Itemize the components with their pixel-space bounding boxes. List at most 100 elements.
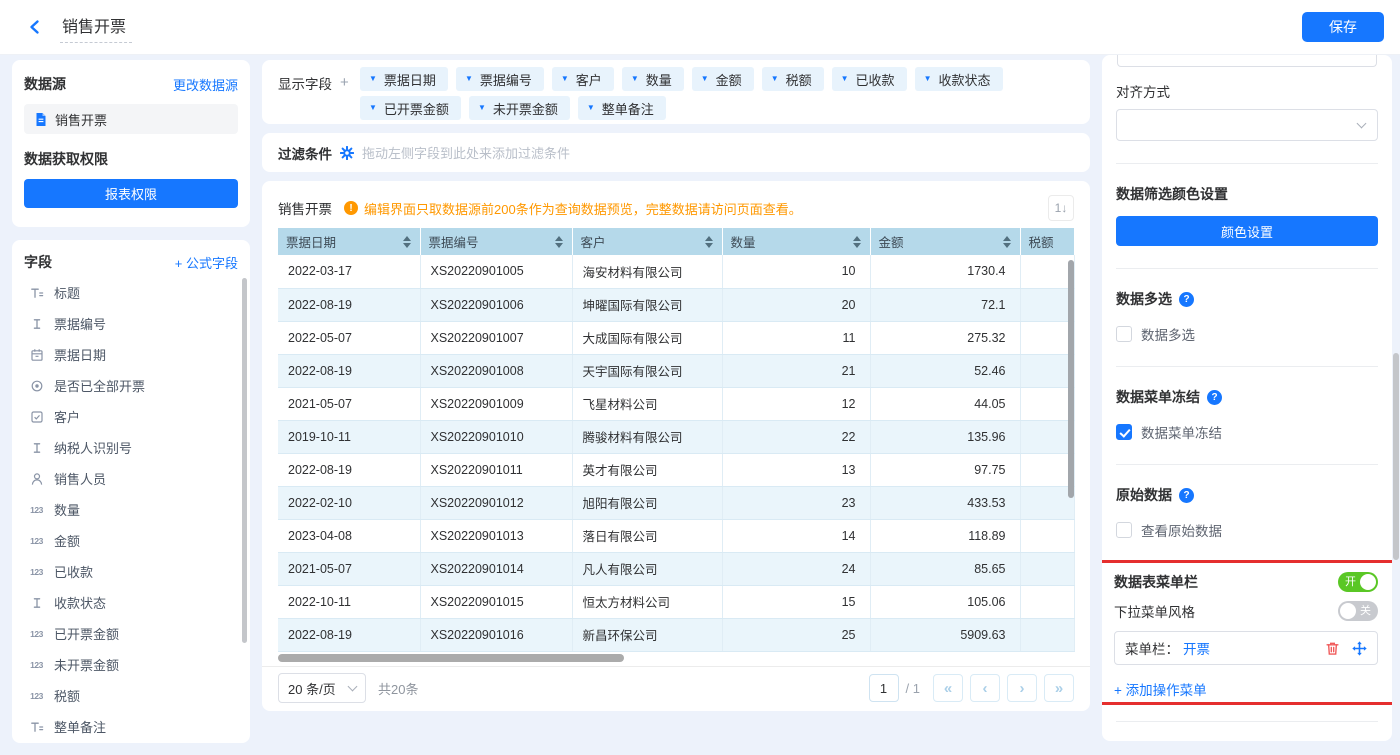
display-field-chip[interactable]: ▼数量 <box>622 67 684 91</box>
display-field-chip[interactable]: ▼税额 <box>762 67 824 91</box>
field-list-item[interactable]: 是否已全部开票 <box>24 370 238 401</box>
report-permission-button[interactable]: 报表权限 <box>24 179 238 208</box>
checkbox[interactable] <box>1116 522 1132 538</box>
gear-icon[interactable] <box>340 146 354 160</box>
column-header[interactable]: 票据编号 <box>420 228 572 255</box>
window-scrollbar[interactable] <box>1393 353 1399 560</box>
table-row[interactable]: 2021-05-07XS20220901014凡人有限公司2485.65 <box>278 552 1074 585</box>
sort-carets-icon[interactable] <box>705 236 713 248</box>
change-datasource-link[interactable]: 更改数据源 <box>173 75 238 94</box>
column-header[interactable]: 金额 <box>870 228 1020 255</box>
display-field-chip[interactable]: ▼已开票金额 <box>360 96 461 120</box>
field-list-item[interactable]: 123税额 <box>24 680 238 711</box>
freeze-checkbox-row[interactable]: 数据菜单冻结 <box>1116 422 1378 442</box>
multi-select-checkbox-row[interactable]: 数据多选 <box>1116 324 1378 344</box>
table-row[interactable]: 2021-05-07XS20220901009飞星材料公司1244.05 <box>278 387 1074 420</box>
table-row[interactable]: 2022-08-19XS20220901016新昌环保公司255909.63 <box>278 618 1074 651</box>
toggle-knob <box>1360 574 1376 590</box>
help-icon[interactable]: ? <box>1179 292 1194 307</box>
table-cell: XS20220901005 <box>420 255 572 288</box>
field-label: 是否已全部开票 <box>54 376 145 395</box>
sort-carets-icon[interactable] <box>403 236 411 248</box>
page-size-select[interactable]: 20 条/页 <box>278 673 366 703</box>
help-icon[interactable]: ? <box>1179 488 1194 503</box>
checkbox[interactable] <box>1116 326 1132 342</box>
clipped-input[interactable] <box>1117 55 1377 67</box>
table-row[interactable]: 2022-10-11XS20220901015恒太方材料公司15105.06 <box>278 585 1074 618</box>
fields-scrollbar[interactable] <box>242 278 247 643</box>
table-cell: XS20220901006 <box>420 288 572 321</box>
table-row[interactable]: 2022-08-19XS20220901011英才有限公司1397.75 <box>278 453 1074 486</box>
checkbox[interactable] <box>1116 424 1132 440</box>
add-display-field-button[interactable]: + <box>340 74 349 91</box>
field-list-item[interactable]: 123已开票金额 <box>24 618 238 649</box>
scrollbar-thumb[interactable] <box>278 654 624 662</box>
page-title[interactable]: 销售开票 <box>60 11 132 43</box>
display-field-chip[interactable]: ▼金额 <box>692 67 754 91</box>
align-select[interactable] <box>1116 109 1378 141</box>
table-row[interactable]: 2022-05-07XS20220901007大成国际有限公司11275.32 <box>278 321 1074 354</box>
help-icon[interactable]: ? <box>1207 390 1222 405</box>
field-label: 未开票金额 <box>54 655 119 674</box>
field-list-item[interactable]: 纳税人识别号 <box>24 432 238 463</box>
column-header[interactable]: 数量 <box>722 228 870 255</box>
field-list-item[interactable]: 整单备注 <box>24 711 238 742</box>
sort-carets-icon[interactable] <box>853 236 861 248</box>
field-list-item[interactable]: 票据编号 <box>24 308 238 339</box>
trash-icon[interactable] <box>1325 641 1340 656</box>
raw-data-checkbox-row[interactable]: 查看原始数据 <box>1116 520 1378 540</box>
display-field-chip[interactable]: ▼未开票金额 <box>469 96 570 120</box>
datasource-item[interactable]: 销售开票 <box>24 104 238 134</box>
display-field-chip[interactable]: ▼票据日期 <box>360 67 448 91</box>
field-list-item[interactable]: 票据日期 <box>24 339 238 370</box>
display-field-chip[interactable]: ▼收款状态 <box>915 67 1003 91</box>
display-fields-label: 显示字段 <box>278 73 332 93</box>
move-icon[interactable] <box>1352 641 1367 656</box>
table-row[interactable]: 2022-08-19XS20220901008天宇国际有限公司2152.46 <box>278 354 1074 387</box>
field-list-item[interactable]: 标题 <box>24 277 238 308</box>
table-row[interactable]: 2019-10-11XS20220901010腾骏材料有限公司22135.96 <box>278 420 1074 453</box>
add-action-menu-link[interactable]: + 添加操作菜单 <box>1114 679 1207 699</box>
menu-item-value[interactable]: 开票 <box>1183 638 1210 658</box>
field-list-item[interactable]: 销售人员 <box>24 463 238 494</box>
add-formula-field-link[interactable]: + 公式字段 <box>175 253 238 272</box>
table-row[interactable]: 2023-04-08XS20220901013落日有限公司14118.89 <box>278 519 1074 552</box>
table-horizontal-scrollbar[interactable] <box>278 654 1074 663</box>
field-label: 数量 <box>54 500 80 519</box>
back-button[interactable] <box>24 16 46 38</box>
menu-item-row[interactable]: 菜单栏： 开票 <box>1114 631 1378 665</box>
column-header[interactable]: 客户 <box>572 228 722 255</box>
prev-page-button[interactable]: ‹ <box>970 674 1000 702</box>
display-field-chip[interactable]: ▼已收款 <box>832 67 907 91</box>
filter-placeholder[interactable]: 拖动左侧字段到此处来添加过滤条件 <box>362 143 570 162</box>
menu-bar-toggle[interactable]: 开 <box>1338 572 1378 592</box>
display-field-chip[interactable]: ▼整单备注 <box>578 96 666 120</box>
table-cell: XS20220901011 <box>420 453 572 486</box>
dropdown-style-toggle[interactable]: 关 <box>1338 601 1378 621</box>
sort-order-tool-button[interactable]: 1↓ <box>1048 195 1074 221</box>
page-number-input[interactable]: 1 <box>869 674 899 702</box>
sort-carets-icon[interactable] <box>555 236 563 248</box>
field-list-item[interactable]: 123金额 <box>24 525 238 556</box>
color-settings-button[interactable]: 颜色设置 <box>1116 216 1378 246</box>
next-page-button[interactable]: › <box>1007 674 1037 702</box>
table-vertical-scrollbar[interactable] <box>1068 260 1074 498</box>
display-field-chip[interactable]: ▼票据编号 <box>456 67 544 91</box>
field-list-item[interactable]: 收款状态 <box>24 587 238 618</box>
save-button[interactable]: 保存 <box>1302 12 1384 42</box>
field-list-item[interactable]: 123未开票金额 <box>24 649 238 680</box>
table-row[interactable]: 2022-08-19XS20220901006坤曜国际有限公司2072.1 <box>278 288 1074 321</box>
field-list: 标题票据编号票据日期是否已全部开票客户纳税人识别号销售人员123数量123金额1… <box>24 277 238 742</box>
field-list-item[interactable]: 客户 <box>24 401 238 432</box>
table-row[interactable]: 2022-02-10XS20220901012旭阳有限公司23433.53 <box>278 486 1074 519</box>
column-header[interactable]: 票据日期 <box>278 228 420 255</box>
table-row[interactable]: 2022-03-17XS20220901005海安材料有限公司101730.4 <box>278 255 1074 288</box>
first-page-button[interactable]: « <box>933 674 963 702</box>
display-field-chip[interactable]: ▼客户 <box>552 67 614 91</box>
last-page-button[interactable]: » <box>1044 674 1074 702</box>
table-cell <box>1020 519 1074 552</box>
field-list-item[interactable]: 123已收款 <box>24 556 238 587</box>
chevron-down-icon: ▼ <box>465 75 473 83</box>
sort-carets-icon[interactable] <box>1003 236 1011 248</box>
field-list-item[interactable]: 123数量 <box>24 494 238 525</box>
